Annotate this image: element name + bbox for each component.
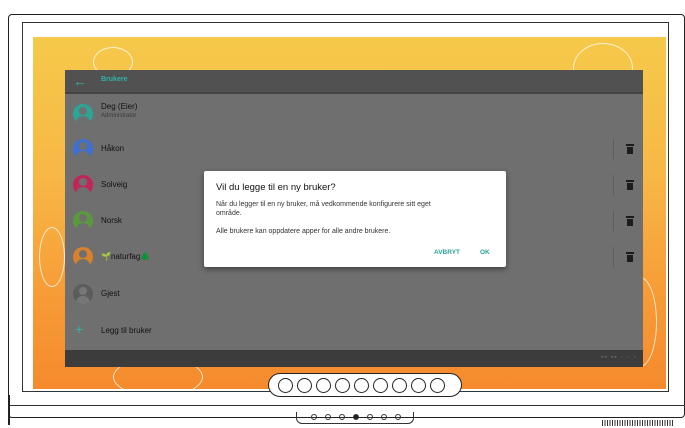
avatar-icon [73, 211, 93, 231]
plus-icon: + [75, 321, 84, 337]
user-name: Solveig [101, 180, 128, 189]
monitor-dock [268, 373, 462, 397]
user-row-guest[interactable]: Gjest [65, 276, 643, 312]
user-row-hakon[interactable]: Håkon [65, 132, 643, 168]
user-name: Deg (Eier) [101, 102, 138, 111]
trash-icon[interactable] [626, 252, 634, 262]
dock-button[interactable] [373, 378, 388, 393]
arrow-left-icon[interactable]: ← [73, 73, 89, 89]
doodle-shape [39, 227, 65, 287]
add-user-label: Legg til bruker [101, 326, 152, 335]
avatar-icon [73, 104, 93, 124]
dock-button[interactable] [411, 378, 426, 393]
avatar-icon [73, 247, 93, 267]
control-button[interactable] [395, 414, 401, 420]
dock-button[interactable] [278, 378, 293, 393]
trash-icon[interactable] [626, 144, 634, 154]
avatar-icon [73, 175, 93, 195]
divider [613, 175, 614, 195]
divider [613, 247, 614, 267]
control-button[interactable] [339, 414, 345, 420]
system-nav-bar: ▪▪ ▪▪ ◦ ◦ ◦ [65, 350, 643, 367]
dialog-message-secondary: Alle brukere kan oppdatere apper for all… [216, 228, 391, 235]
dialog-message: Når du legger til en ny bruker, må vedko… [216, 201, 431, 217]
dock-button[interactable] [297, 378, 312, 393]
app-bar: ← Brukere [65, 70, 643, 94]
control-button[interactable] [353, 414, 359, 420]
dock-button[interactable] [316, 378, 331, 393]
divider [613, 139, 614, 159]
dialog-title: Vil du legge til en ny bruker? [216, 182, 336, 193]
trash-icon[interactable] [626, 216, 634, 226]
control-button[interactable] [381, 414, 387, 420]
control-button[interactable] [325, 414, 331, 420]
add-user-dialog: Vil du legge til en ny bruker? Når du le… [204, 171, 506, 267]
user-name: 🌱naturfag🌲 [101, 252, 151, 261]
page-title: Brukere [101, 76, 128, 83]
avatar-icon [73, 139, 93, 159]
divider [613, 211, 614, 231]
avatar-icon [73, 284, 93, 304]
user-role: Administrator [101, 113, 137, 119]
monitor-bottom-edge [10, 405, 685, 406]
monitor-control-panel [296, 412, 414, 424]
user-row-owner[interactable]: Deg (Eier) Administrator [65, 96, 643, 132]
speaker-grille [602, 420, 674, 426]
user-name: Håkon [101, 144, 125, 153]
dock-button[interactable] [392, 378, 407, 393]
control-button[interactable] [311, 414, 317, 420]
cancel-button[interactable]: AVBRYT [434, 249, 460, 256]
dock-button[interactable] [335, 378, 350, 393]
monitor-stand-edge [8, 395, 10, 425]
user-name: Gjest [101, 289, 120, 298]
ok-button[interactable]: OK [480, 249, 490, 256]
trash-icon[interactable] [626, 180, 634, 190]
status-icons: ▪▪ ▪▪ ◦ ◦ ◦ [600, 354, 637, 361]
add-user-button[interactable]: + Legg til bruker [65, 320, 643, 344]
control-button[interactable] [367, 414, 373, 420]
dock-button[interactable] [354, 378, 369, 393]
dock-button[interactable] [430, 378, 445, 393]
user-name: Norsk [101, 216, 122, 225]
